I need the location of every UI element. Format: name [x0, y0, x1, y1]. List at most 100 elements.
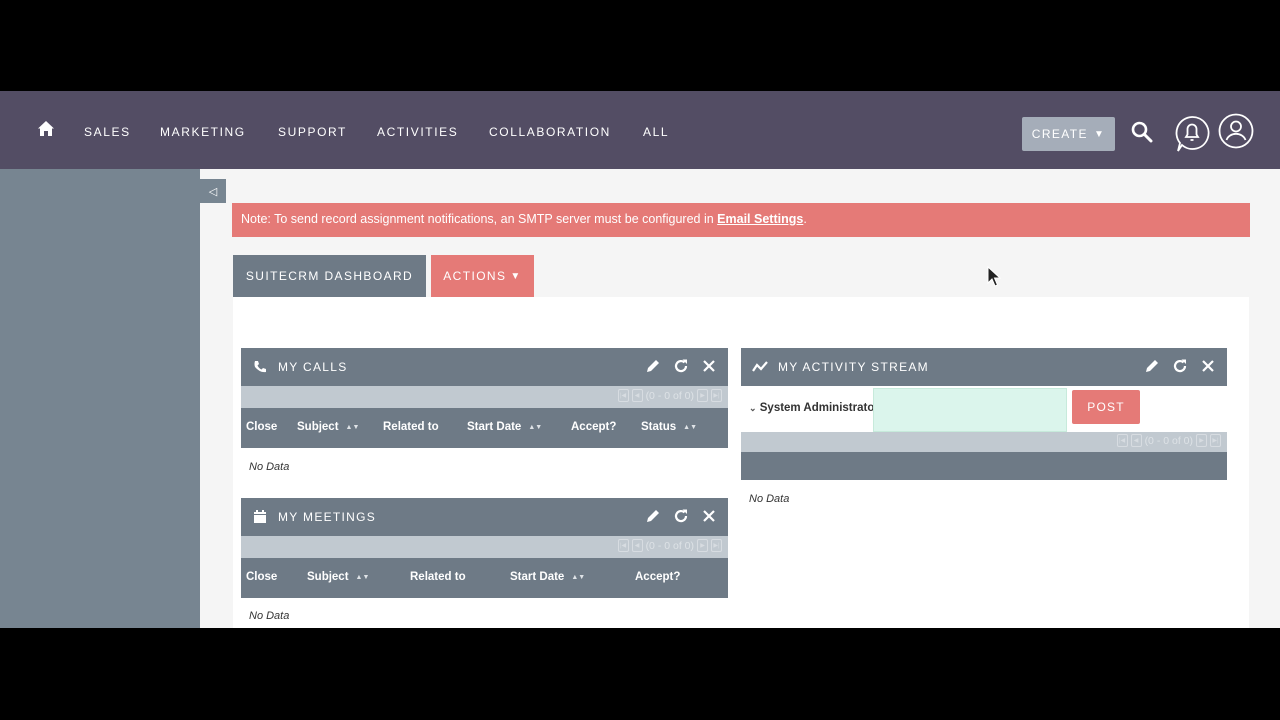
user-icon[interactable]: [1218, 113, 1254, 149]
nav-activities[interactable]: ACTIVITIES: [377, 125, 458, 139]
calendar-icon: [254, 510, 266, 523]
column-label: Subject: [307, 571, 349, 583]
pager-count: (0 - 0 of 0): [645, 389, 694, 402]
next-page-icon[interactable]: ▶: [697, 539, 708, 552]
tab-suitecrm-dashboard[interactable]: SUITECRM DASHBOARD: [233, 255, 426, 297]
caret-down-icon: ▼: [1093, 128, 1106, 140]
email-settings-link[interactable]: Email Settings: [717, 212, 803, 226]
meetings-column-header: Close Subject ▲▼ Related to Start Date ▲▼ …: [241, 558, 728, 598]
calls-no-data: No Data: [249, 461, 290, 473]
collapse-sidebar-icon[interactable]: ◁: [200, 179, 226, 203]
stream-user-name: System Administrator: [759, 402, 879, 414]
column-related-to[interactable]: Related to: [383, 421, 439, 433]
post-button[interactable]: POST: [1072, 390, 1140, 424]
column-accept[interactable]: Accept?: [571, 421, 616, 433]
column-subject[interactable]: Subject ▲▼: [307, 571, 369, 583]
refresh-icon[interactable]: [1171, 357, 1189, 375]
create-label: CREATE: [1031, 127, 1088, 141]
phone-icon: [254, 361, 266, 373]
prev-page-icon[interactable]: ◀: [1130, 434, 1142, 447]
nav-collaboration[interactable]: COLLABORATION: [489, 125, 611, 139]
stream-column-header: [741, 452, 1227, 480]
first-page-icon[interactable]: |◀: [1116, 434, 1128, 447]
close-icon[interactable]: [700, 507, 718, 525]
mouse-pointer-icon: [987, 266, 1001, 287]
first-page-icon[interactable]: |◀: [617, 389, 629, 402]
column-label: Start Date: [467, 421, 522, 433]
notice-text: Note: To send record assignment notifica…: [241, 212, 718, 226]
column-label: Accept?: [635, 571, 681, 583]
next-page-icon[interactable]: ▶: [697, 389, 708, 402]
chevron-down-icon: ⌄: [749, 403, 757, 413]
column-label: Accept?: [571, 421, 617, 433]
search-icon[interactable]: [1130, 120, 1154, 144]
last-page-icon[interactable]: ▶|: [711, 539, 722, 552]
actions-button[interactable]: ACTIONS ▼: [431, 255, 534, 297]
sort-icon: ▲▼: [345, 424, 360, 431]
calls-pager-bar: |◀ ◀ (0 - 0 of 0) ▶ ▶|: [241, 386, 728, 408]
column-status[interactable]: Status ▲▼: [641, 421, 697, 433]
column-label: Start Date: [510, 571, 565, 583]
sort-icon: ▲▼: [683, 424, 698, 431]
actions-label: ACTIONS: [443, 269, 507, 283]
column-close[interactable]: Close: [246, 421, 277, 433]
meetings-pager-bar: |◀ ◀ (0 - 0 of 0) ▶ ▶|: [241, 536, 728, 558]
nav-sales[interactable]: SALES: [84, 125, 131, 139]
sort-icon: ▲▼: [355, 574, 370, 581]
close-icon[interactable]: [1199, 357, 1217, 375]
last-page-icon[interactable]: ▶|: [711, 389, 722, 402]
column-close[interactable]: Close: [246, 571, 277, 583]
stream-pager-bar: |◀ ◀ (0 - 0 of 0) ▶ ▶|: [741, 432, 1227, 452]
last-page-icon[interactable]: ▶|: [1210, 434, 1221, 447]
column-subject[interactable]: Subject ▲▼: [297, 421, 359, 433]
pager-count: (0 - 0 of 0): [1144, 434, 1193, 447]
refresh-icon[interactable]: [672, 507, 690, 525]
edit-icon[interactable]: [644, 357, 662, 375]
column-related-to[interactable]: Related to: [410, 571, 466, 583]
app-window: SALES MARKETING SUPPORT ACTIVITIES COLLA…: [0, 91, 1280, 628]
caret-down-icon: ▼: [510, 270, 522, 282]
post-label: POST: [1087, 400, 1125, 414]
home-icon[interactable]: [36, 119, 56, 139]
top-navigation: SALES MARKETING SUPPORT ACTIVITIES COLLA…: [0, 91, 1280, 169]
my-meetings-header: MY MEETINGS: [241, 498, 728, 536]
stream-user[interactable]: ⌄ System Administrator: [749, 402, 879, 414]
dashlet-title: MY MEETINGS: [278, 510, 377, 524]
calls-column-header: Close Subject ▲▼ Related to Start Date ▲▼ …: [241, 408, 728, 448]
nav-all[interactable]: ALL: [643, 125, 669, 139]
column-label: Status: [641, 421, 677, 433]
dashlet-title: MY CALLS: [278, 360, 348, 374]
column-label: Related to: [410, 571, 466, 583]
meetings-no-data: No Data: [249, 610, 290, 622]
nav-support[interactable]: SUPPORT: [278, 125, 347, 139]
sidebar: [0, 169, 200, 628]
column-label: Related to: [383, 421, 439, 433]
refresh-icon[interactable]: [672, 357, 690, 375]
my-activity-stream-header: MY ACTIVITY STREAM: [741, 348, 1227, 386]
tab-label: SUITECRM DASHBOARD: [245, 269, 414, 283]
prev-page-icon[interactable]: ◀: [631, 539, 643, 552]
edit-icon[interactable]: [644, 507, 662, 525]
pager-count: (0 - 0 of 0): [645, 539, 694, 552]
notice-end: .: [803, 212, 807, 226]
prev-page-icon[interactable]: ◀: [631, 389, 643, 402]
column-start-date[interactable]: Start Date ▲▼: [510, 571, 585, 583]
column-start-date[interactable]: Start Date ▲▼: [467, 421, 542, 433]
column-accept[interactable]: Accept?: [635, 571, 680, 583]
column-label: Close: [246, 571, 278, 583]
create-button[interactable]: CREATE ▼: [1022, 117, 1115, 151]
activity-chart-icon: [752, 361, 768, 372]
my-calls-header: MY CALLS: [241, 348, 728, 386]
sort-icon: ▲▼: [528, 424, 543, 431]
edit-icon[interactable]: [1143, 357, 1161, 375]
nav-marketing[interactable]: MARKETING: [160, 125, 246, 139]
dashlet-title: MY ACTIVITY STREAM: [778, 360, 929, 374]
stream-no-data: No Data: [749, 493, 790, 505]
column-label: Close: [246, 421, 278, 433]
close-icon[interactable]: [700, 357, 718, 375]
next-page-icon[interactable]: ▶: [1196, 434, 1207, 447]
smtp-notice: Note: To send record assignment notifica…: [232, 203, 1250, 237]
first-page-icon[interactable]: |◀: [617, 539, 629, 552]
bell-icon[interactable]: [1174, 115, 1210, 153]
activity-post-input[interactable]: [873, 388, 1067, 432]
